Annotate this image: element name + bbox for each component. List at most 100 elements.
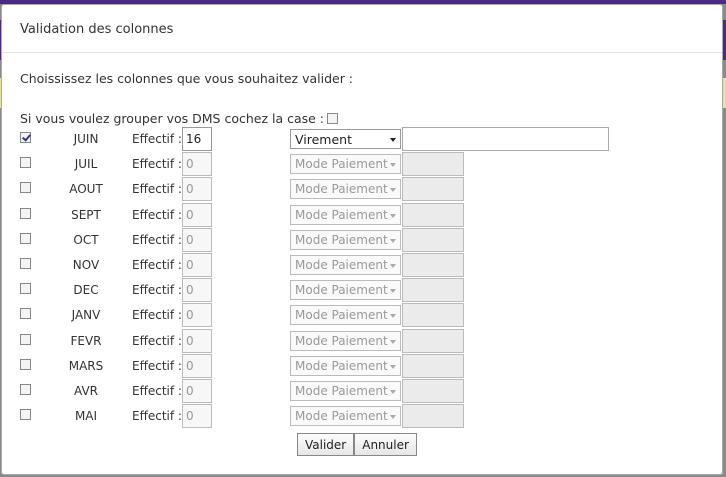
payment-mode-select[interactable]: Mode Paiement <box>290 154 401 175</box>
effectif-label: Effectif : <box>132 384 182 398</box>
payment-mode-value: Mode Paiement <box>295 157 388 172</box>
payment-detail-input[interactable] <box>402 253 464 277</box>
effectif-label: Effectif : <box>132 157 182 172</box>
month-row: SEPT Effectif :0 Mode Paiement <box>2 202 722 228</box>
chevron-down-icon <box>390 264 396 268</box>
month-checkbox[interactable] <box>20 409 31 421</box>
month-checkbox[interactable] <box>20 182 31 194</box>
month-checkbox[interactable] <box>20 207 31 219</box>
month-label: DEC <box>73 283 99 298</box>
month-checkbox[interactable] <box>20 358 31 370</box>
month-checkbox[interactable] <box>20 283 31 295</box>
month-row: OCT Effectif :0 Mode Paiement <box>2 227 722 253</box>
payment-detail-input[interactable] <box>402 328 464 353</box>
payment-mode-select[interactable]: Mode Paiement <box>290 355 401 376</box>
payment-mode-select[interactable]: Mode Paiement <box>290 381 401 401</box>
month-row: JUIN Effectif :16 Virement <box>2 127 722 152</box>
payment-detail-input[interactable] <box>402 353 464 378</box>
month-checkbox[interactable] <box>20 132 31 143</box>
month-row: JUIL Effectif :0 Mode Paiement <box>2 152 722 177</box>
effectif-label: Effectif : <box>132 358 182 373</box>
effectif-input[interactable]: 0 <box>182 379 212 403</box>
effectif-input[interactable]: 0 <box>182 202 212 227</box>
validation-dialog: Validation des colonnes Choississez les … <box>1 4 723 475</box>
payment-detail-input[interactable] <box>402 177 464 202</box>
month-label: AOUT <box>69 182 103 197</box>
month-row: MARS Effectif :0 Mode Paiement <box>2 353 722 379</box>
payment-mode-select[interactable]: Mode Paiement <box>290 305 401 326</box>
month-row: FEVR Effectif :0 Mode Paiement <box>2 328 722 354</box>
payment-mode-value: Mode Paiement <box>295 333 388 348</box>
payment-mode-select[interactable]: Mode Paiement <box>290 179 401 200</box>
cancel-button[interactable]: Annuler <box>354 433 417 456</box>
effectif-input[interactable]: 0 <box>182 253 212 277</box>
validate-button[interactable]: Valider <box>297 433 355 456</box>
effectif-input[interactable]: 0 <box>182 227 212 252</box>
month-row: AVR Effectif :0 Mode Paiement <box>2 379 722 404</box>
payment-mode-value: Mode Paiement <box>295 308 388 323</box>
effectif-input[interactable]: 0 <box>182 278 212 303</box>
chevron-down-icon <box>390 314 396 319</box>
payment-detail-input[interactable] <box>402 404 464 429</box>
effectif-input[interactable]: 0 <box>182 177 212 202</box>
payment-mode-value: Virement <box>295 132 352 147</box>
dialog-header: Validation des colonnes <box>2 5 722 53</box>
payment-detail-input[interactable] <box>402 303 464 328</box>
chevron-down-icon <box>390 289 396 294</box>
payment-detail-input[interactable] <box>402 379 464 403</box>
month-checkbox[interactable] <box>20 157 31 169</box>
effectif-label: Effectif : <box>132 207 182 222</box>
payment-mode-select[interactable]: Mode Paiement <box>290 255 401 275</box>
group-dms-checkbox[interactable] <box>327 113 339 124</box>
payment-mode-select[interactable]: Mode Paiement <box>290 280 401 301</box>
group-dms-label: Si vous voulez grouper vos DMS cochez la… <box>20 111 325 126</box>
month-checkbox[interactable] <box>20 258 31 269</box>
effectif-label: Effectif : <box>132 258 182 272</box>
month-checkbox[interactable] <box>20 333 31 345</box>
chevron-down-icon <box>390 188 396 193</box>
month-label: FEVR <box>70 333 102 348</box>
payment-mode-value: Mode Paiement <box>295 384 388 398</box>
effectif-label: Effectif : <box>132 333 182 348</box>
month-checkbox[interactable] <box>20 308 31 320</box>
payment-detail-input[interactable] <box>402 152 464 177</box>
effectif-input[interactable]: 0 <box>182 353 212 378</box>
effectif-input[interactable]: 0 <box>182 303 212 328</box>
month-label: NOV <box>72 258 100 272</box>
payment-detail-input[interactable] <box>402 127 609 151</box>
month-label: AVR <box>74 384 98 398</box>
month-label: SEPT <box>71 207 101 222</box>
month-label: MAI <box>74 409 98 424</box>
month-checkbox[interactable] <box>20 232 31 244</box>
effectif-input[interactable]: 0 <box>182 328 212 353</box>
payment-mode-value: Mode Paiement <box>295 358 388 373</box>
payment-mode-value: Mode Paiement <box>295 409 388 424</box>
dialog-buttons: Valider Annuler <box>297 433 417 456</box>
chevron-down-icon <box>390 364 396 369</box>
month-checkbox[interactable] <box>20 384 31 395</box>
effectif-label: Effectif : <box>132 308 182 323</box>
intro-text: Choississez les colonnes que vous souhai… <box>20 71 354 86</box>
payment-mode-select[interactable]: Mode Paiement <box>290 204 401 225</box>
payment-mode-value: Mode Paiement <box>295 207 388 222</box>
payment-detail-input[interactable] <box>402 278 464 303</box>
chevron-down-icon <box>390 163 396 168</box>
effectif-label: Effectif : <box>132 132 182 146</box>
effectif-input[interactable]: 16 <box>182 127 212 151</box>
month-label: JANV <box>71 308 101 323</box>
payment-mode-select[interactable]: Mode Paiement <box>290 229 401 250</box>
payment-detail-input[interactable] <box>402 227 464 252</box>
payment-mode-value: Mode Paiement <box>295 258 388 272</box>
payment-mode-value: Mode Paiement <box>295 283 388 298</box>
payment-mode-select[interactable]: Mode Paiement <box>290 406 401 427</box>
month-row: MAI Effectif :0 Mode Paiement <box>2 404 722 429</box>
chevron-down-icon <box>390 213 396 218</box>
effectif-input[interactable]: 0 <box>182 152 212 177</box>
effectif-input[interactable]: 0 <box>182 404 212 429</box>
payment-mode-select[interactable]: Virement <box>290 129 401 149</box>
month-row: JANV Effectif :0 Mode Paiement <box>2 303 722 328</box>
chevron-down-icon <box>390 138 396 142</box>
payment-detail-input[interactable] <box>402 202 464 227</box>
group-dms-line: Si vous voulez grouper vos DMS cochez la… <box>20 111 339 126</box>
payment-mode-select[interactable]: Mode Paiement <box>290 330 401 351</box>
